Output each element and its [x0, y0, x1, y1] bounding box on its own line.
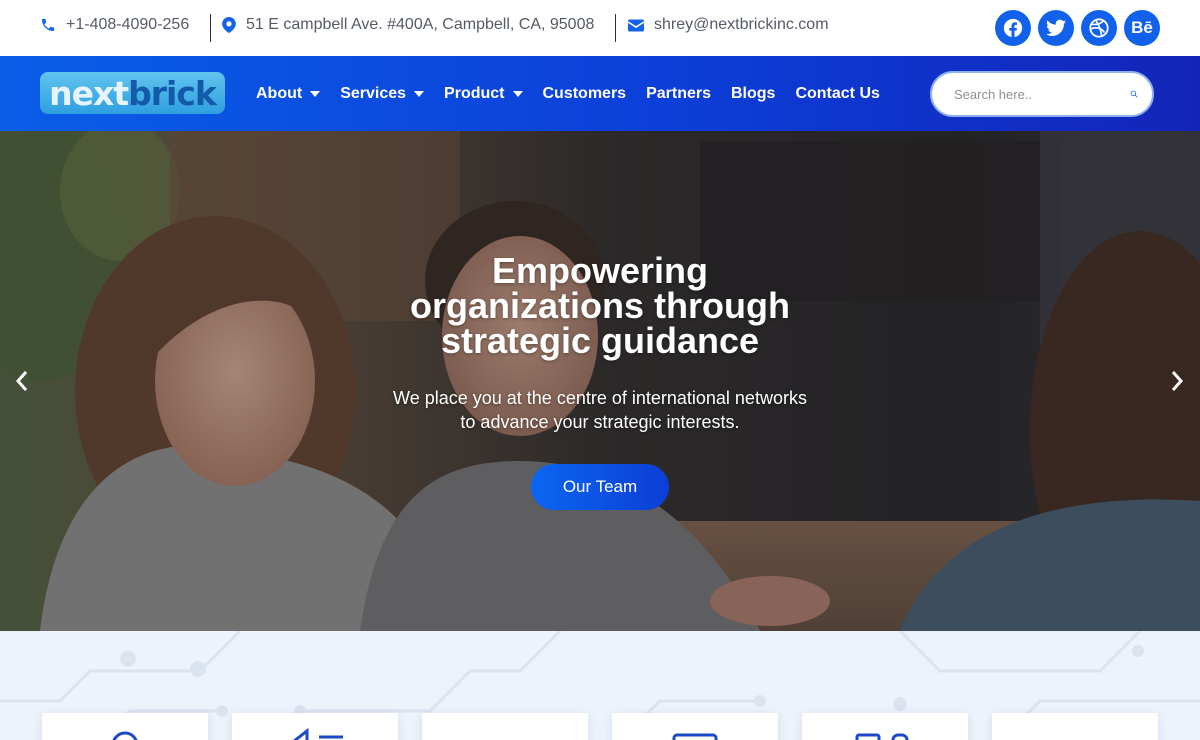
- twitter-button[interactable]: [1038, 10, 1074, 46]
- hero-overlay: [0, 131, 1200, 631]
- nav-label: Customers: [542, 84, 627, 102]
- chevron-right-icon: [1171, 371, 1184, 391]
- phone-text: +1-408-4090-256: [66, 16, 190, 33]
- divider: [210, 14, 211, 42]
- facebook-button[interactable]: [995, 10, 1031, 46]
- behance-icon: Bē: [1131, 18, 1153, 37]
- hero-title-line: organizations through: [410, 285, 790, 326]
- cloud-icon: [1055, 725, 1095, 740]
- service-card[interactable]: [422, 713, 588, 740]
- nav-item-services[interactable]: Services: [340, 84, 425, 103]
- nav-label: Blogs: [731, 84, 776, 102]
- nav-item-blogs[interactable]: Blogs: [731, 85, 775, 103]
- nav-label: Services: [340, 84, 407, 102]
- chevron-left-icon: [15, 371, 28, 391]
- nav-item-customers[interactable]: Customers: [543, 85, 627, 103]
- address-text: 51 E campbell Ave. #400A, Campbell, CA, …: [246, 16, 595, 33]
- megaphone-icon: [292, 727, 343, 740]
- main-navbar: next brick About Services Product Custome…: [0, 56, 1200, 131]
- envelope-icon: [628, 19, 644, 31]
- caret-down-icon: [310, 90, 321, 97]
- behance-button[interactable]: Bē: [1124, 10, 1160, 46]
- nav-item-about[interactable]: About: [256, 84, 321, 103]
- facebook-icon: [1003, 18, 1023, 38]
- dribbble-button[interactable]: [1081, 10, 1117, 46]
- slider-prev-button[interactable]: [10, 367, 34, 395]
- nav-item-product[interactable]: Product: [444, 84, 523, 103]
- hero-subtitle-line: to advance your strategic interests.: [460, 412, 740, 432]
- phone-contact[interactable]: +1-408-4090-256: [40, 16, 189, 34]
- hero-subtitle: We place you at the centre of internatio…: [340, 386, 860, 434]
- hero-title-line: Empowering: [491, 250, 709, 291]
- search-input[interactable]: [954, 86, 1130, 102]
- primary-nav: About Services Product Customers Partner…: [256, 56, 880, 131]
- nav-item-partners[interactable]: Partners: [646, 85, 711, 103]
- our-team-button[interactable]: Our Team: [531, 464, 669, 510]
- search-box: [930, 71, 1154, 117]
- nextbrick-logo[interactable]: next brick: [40, 72, 225, 114]
- nav-label: Product: [444, 84, 505, 102]
- service-card[interactable]: [42, 713, 208, 740]
- caret-down-icon: [414, 90, 425, 97]
- search-icon[interactable]: [1130, 84, 1138, 104]
- phone-icon: [42, 19, 54, 31]
- divider: [615, 14, 616, 42]
- dribbble-icon: [1089, 18, 1109, 38]
- hero-title: Empowering organizations through strateg…: [300, 250, 900, 361]
- hero-title-line: strategic guidance: [440, 320, 760, 361]
- nav-label: Contact Us: [795, 84, 880, 102]
- gear-icon: [112, 731, 138, 740]
- nav-label: Partners: [646, 84, 711, 102]
- services-section: [0, 631, 1200, 740]
- monitor-icon: [672, 733, 718, 740]
- caret-down-icon: [512, 90, 523, 97]
- devices-icon: [855, 733, 909, 740]
- email-text: shrey@nextbrickinc.com: [654, 16, 829, 33]
- social-links: Bē: [995, 10, 1160, 46]
- top-contact-bar: +1-408-4090-256 51 E campbell Ave. #400A…: [0, 0, 1200, 56]
- address-contact: 51 E campbell Ave. #400A, Campbell, CA, …: [222, 16, 594, 34]
- nav-label: About: [256, 84, 303, 102]
- service-card[interactable]: [802, 713, 968, 740]
- logo-text-next: next: [49, 73, 129, 113]
- nav-item-contact[interactable]: Contact Us: [795, 85, 879, 103]
- logo-text-brick: brick: [128, 73, 217, 113]
- service-card[interactable]: [232, 713, 398, 740]
- twitter-icon: [1046, 19, 1066, 36]
- service-card[interactable]: [992, 713, 1158, 740]
- map-pin-icon: [222, 17, 236, 33]
- slider-next-button[interactable]: [1165, 367, 1189, 395]
- hero-subtitle-line: We place you at the centre of internatio…: [393, 388, 807, 408]
- hero-slider: Empowering organizations through strateg…: [0, 131, 1200, 631]
- service-card[interactable]: [612, 713, 778, 740]
- email-contact[interactable]: shrey@nextbrickinc.com: [628, 16, 829, 34]
